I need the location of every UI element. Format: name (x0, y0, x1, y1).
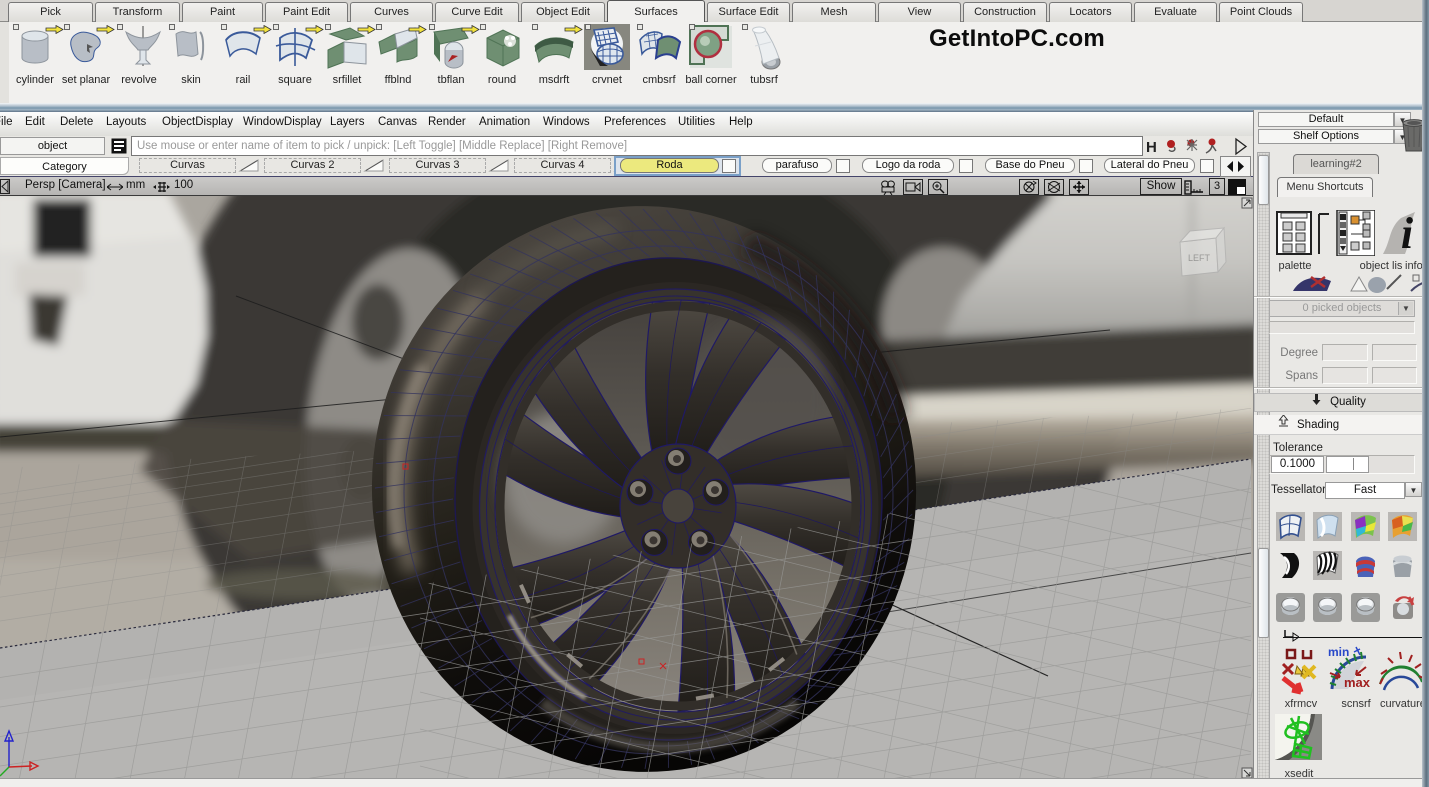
svg-text:LEFT: LEFT (1188, 253, 1211, 263)
svg-text:H: H (1146, 139, 1157, 156)
svg-text:max: max (1344, 675, 1370, 690)
svg-text:i: i (1401, 210, 1414, 258)
svg-text:min: min (1328, 645, 1349, 659)
